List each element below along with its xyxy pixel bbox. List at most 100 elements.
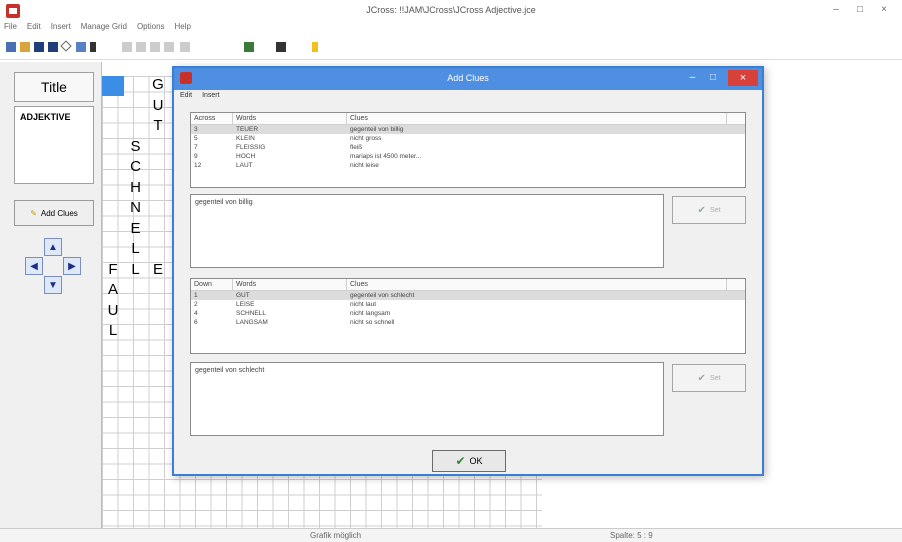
toolbar <box>0 36 902 60</box>
across-list-row[interactable]: 3 TEUER gegenteil von billig <box>191 125 745 134</box>
dialog-titlebar: Add Clues – □ × <box>174 68 762 90</box>
grid-letter[interactable]: C <box>125 158 147 176</box>
printer-icon[interactable] <box>276 42 286 52</box>
save-icon[interactable] <box>34 42 44 52</box>
menu-manage-grid[interactable]: Manage Grid <box>81 22 127 36</box>
grid-letter[interactable]: L <box>102 322 124 340</box>
across-list-row[interactable]: 5 KLEIN nicht gross <box>191 134 745 143</box>
down-cell-clue: nicht laut <box>350 301 377 308</box>
grid-icon[interactable] <box>76 42 86 52</box>
arrow-right-icon[interactable]: ▶ <box>63 257 81 275</box>
down-clues-list[interactable]: Down Words Clues 1 GUT gegenteil von schle… <box>190 278 746 354</box>
check-icon: ✔ <box>455 454 466 468</box>
save-as-icon[interactable] <box>48 42 58 52</box>
grid-letter[interactable]: N <box>125 199 147 217</box>
across-cell-word: FLEISSIG <box>236 144 266 151</box>
add-clues-button[interactable]: ✎ Add Clues <box>14 200 94 226</box>
dialog-close-button[interactable]: × <box>728 70 758 86</box>
open-icon[interactable] <box>20 42 30 52</box>
down-cell-clue: nicht langsam <box>350 310 391 317</box>
down-col-clues[interactable]: Clues <box>347 279 727 290</box>
across-col-words[interactable]: Words <box>233 113 347 124</box>
arrow-left-icon[interactable]: ◀ <box>25 257 43 275</box>
grid-letter[interactable]: F <box>102 261 124 279</box>
grid-letter[interactable]: L <box>125 261 147 279</box>
close-button[interactable]: × <box>876 4 892 15</box>
down-set-label: Set <box>709 374 721 382</box>
grid-letter[interactable]: G <box>147 76 169 94</box>
new-icon[interactable] <box>6 42 16 52</box>
across-col-number[interactable]: Across <box>191 113 233 124</box>
menu-insert[interactable]: Insert <box>51 22 71 36</box>
delete-icon[interactable] <box>180 42 190 52</box>
paste-icon[interactable] <box>164 42 174 52</box>
down-cell-num: 1 <box>194 292 198 299</box>
across-cell-num: 12 <box>194 162 202 169</box>
across-clues-list[interactable]: Across Words Clues 3 TEUER gegenteil von b… <box>190 112 746 188</box>
grid-letter[interactable]: A <box>102 281 124 299</box>
ok-button[interactable]: ✔ OK <box>432 450 506 472</box>
down-cell-num: 2 <box>194 301 198 308</box>
diamond-icon[interactable] <box>60 40 72 52</box>
add-clues-label: Add Clues <box>40 208 78 218</box>
export-icon[interactable] <box>244 42 254 52</box>
down-clue-edit[interactable]: gegenteil von schlecht <box>190 362 664 436</box>
across-set-button[interactable]: ✔ Set <box>672 196 746 224</box>
menu-help[interactable]: Help <box>175 22 191 36</box>
selected-cell[interactable] <box>102 76 124 96</box>
arrow-down-icon[interactable]: ▼ <box>44 276 62 294</box>
grid-letter[interactable]: E <box>147 261 169 279</box>
down-list-row[interactable]: 4 SCHNELL nicht langsam <box>191 309 745 318</box>
across-list-header: Across Words Clues <box>191 113 745 125</box>
down-list-row[interactable]: 2 LEISE nicht laut <box>191 300 745 309</box>
arrow-up-icon[interactable]: ▲ <box>44 238 62 256</box>
across-cell-num: 3 <box>194 126 198 133</box>
down-cell-word: GUT <box>236 292 250 299</box>
grid-letter[interactable]: H <box>125 179 147 197</box>
maximize-button[interactable]: □ <box>852 4 868 15</box>
copy-icon[interactable] <box>150 42 160 52</box>
dialog-menubar: Edit Insert <box>180 92 220 99</box>
grid-letter[interactable]: L <box>125 240 147 258</box>
grid-letter[interactable]: E <box>125 220 147 238</box>
title-button[interactable]: Title <box>14 72 94 102</box>
down-cell-num: 4 <box>194 310 198 317</box>
undo-icon[interactable] <box>122 42 132 52</box>
down-arrow-icon[interactable] <box>90 42 96 52</box>
down-col-words[interactable]: Words <box>233 279 347 290</box>
across-clue-edit[interactable]: gegenteil von billig <box>190 194 664 268</box>
menu-edit[interactable]: Edit <box>27 22 41 36</box>
status-left: Grafik möglich <box>310 531 362 540</box>
dialog-menu-insert[interactable]: Insert <box>202 92 220 99</box>
down-cell-num: 6 <box>194 319 198 326</box>
down-set-button[interactable]: ✔ Set <box>672 364 746 392</box>
ok-label: OK <box>469 456 483 466</box>
cut-icon[interactable] <box>136 42 146 52</box>
help-icon[interactable] <box>312 42 318 52</box>
across-cell-num: 9 <box>194 153 198 160</box>
dialog-minmax-buttons[interactable]: – □ <box>690 72 722 83</box>
menu-options[interactable]: Options <box>137 22 165 36</box>
minimize-button[interactable]: – <box>828 4 844 15</box>
across-col-clues[interactable]: Clues <box>347 113 727 124</box>
across-cell-num: 7 <box>194 144 198 151</box>
dialog-menu-edit[interactable]: Edit <box>180 92 192 99</box>
down-cell-word: LANGSAM <box>236 319 268 326</box>
down-list-row[interactable]: 6 LANGSAM nicht so schnell <box>191 318 745 327</box>
across-cell-num: 5 <box>194 135 198 142</box>
across-cell-clue: mariaps ist 4500 meter... <box>350 153 422 160</box>
status-bar: Grafik möglich Spalte: 5 : 9 <box>0 528 902 542</box>
left-panel: Title ADJEKTIVE ✎ Add Clues ▲ ◀ ▶ ▼ <box>0 62 102 528</box>
grid-letter[interactable]: T <box>147 117 169 135</box>
across-list-row[interactable]: 7 FLEISSIG fleiß <box>191 143 745 152</box>
down-list-row[interactable]: 1 GUT gegenteil von schlecht <box>191 291 745 300</box>
down-col-number[interactable]: Down <box>191 279 233 290</box>
grid-letter[interactable]: U <box>102 302 124 320</box>
down-cell-clue: gegenteil von schlecht <box>350 292 415 299</box>
grid-letter[interactable]: U <box>147 97 169 115</box>
check-icon: ✔ <box>697 372 706 384</box>
grid-letter[interactable]: S <box>125 138 147 156</box>
across-list-row[interactable]: 9 HOCH mariaps ist 4500 meter... <box>191 152 745 161</box>
menu-file[interactable]: File <box>4 22 17 36</box>
across-list-row[interactable]: 12 LAUT nicht leise <box>191 161 745 170</box>
